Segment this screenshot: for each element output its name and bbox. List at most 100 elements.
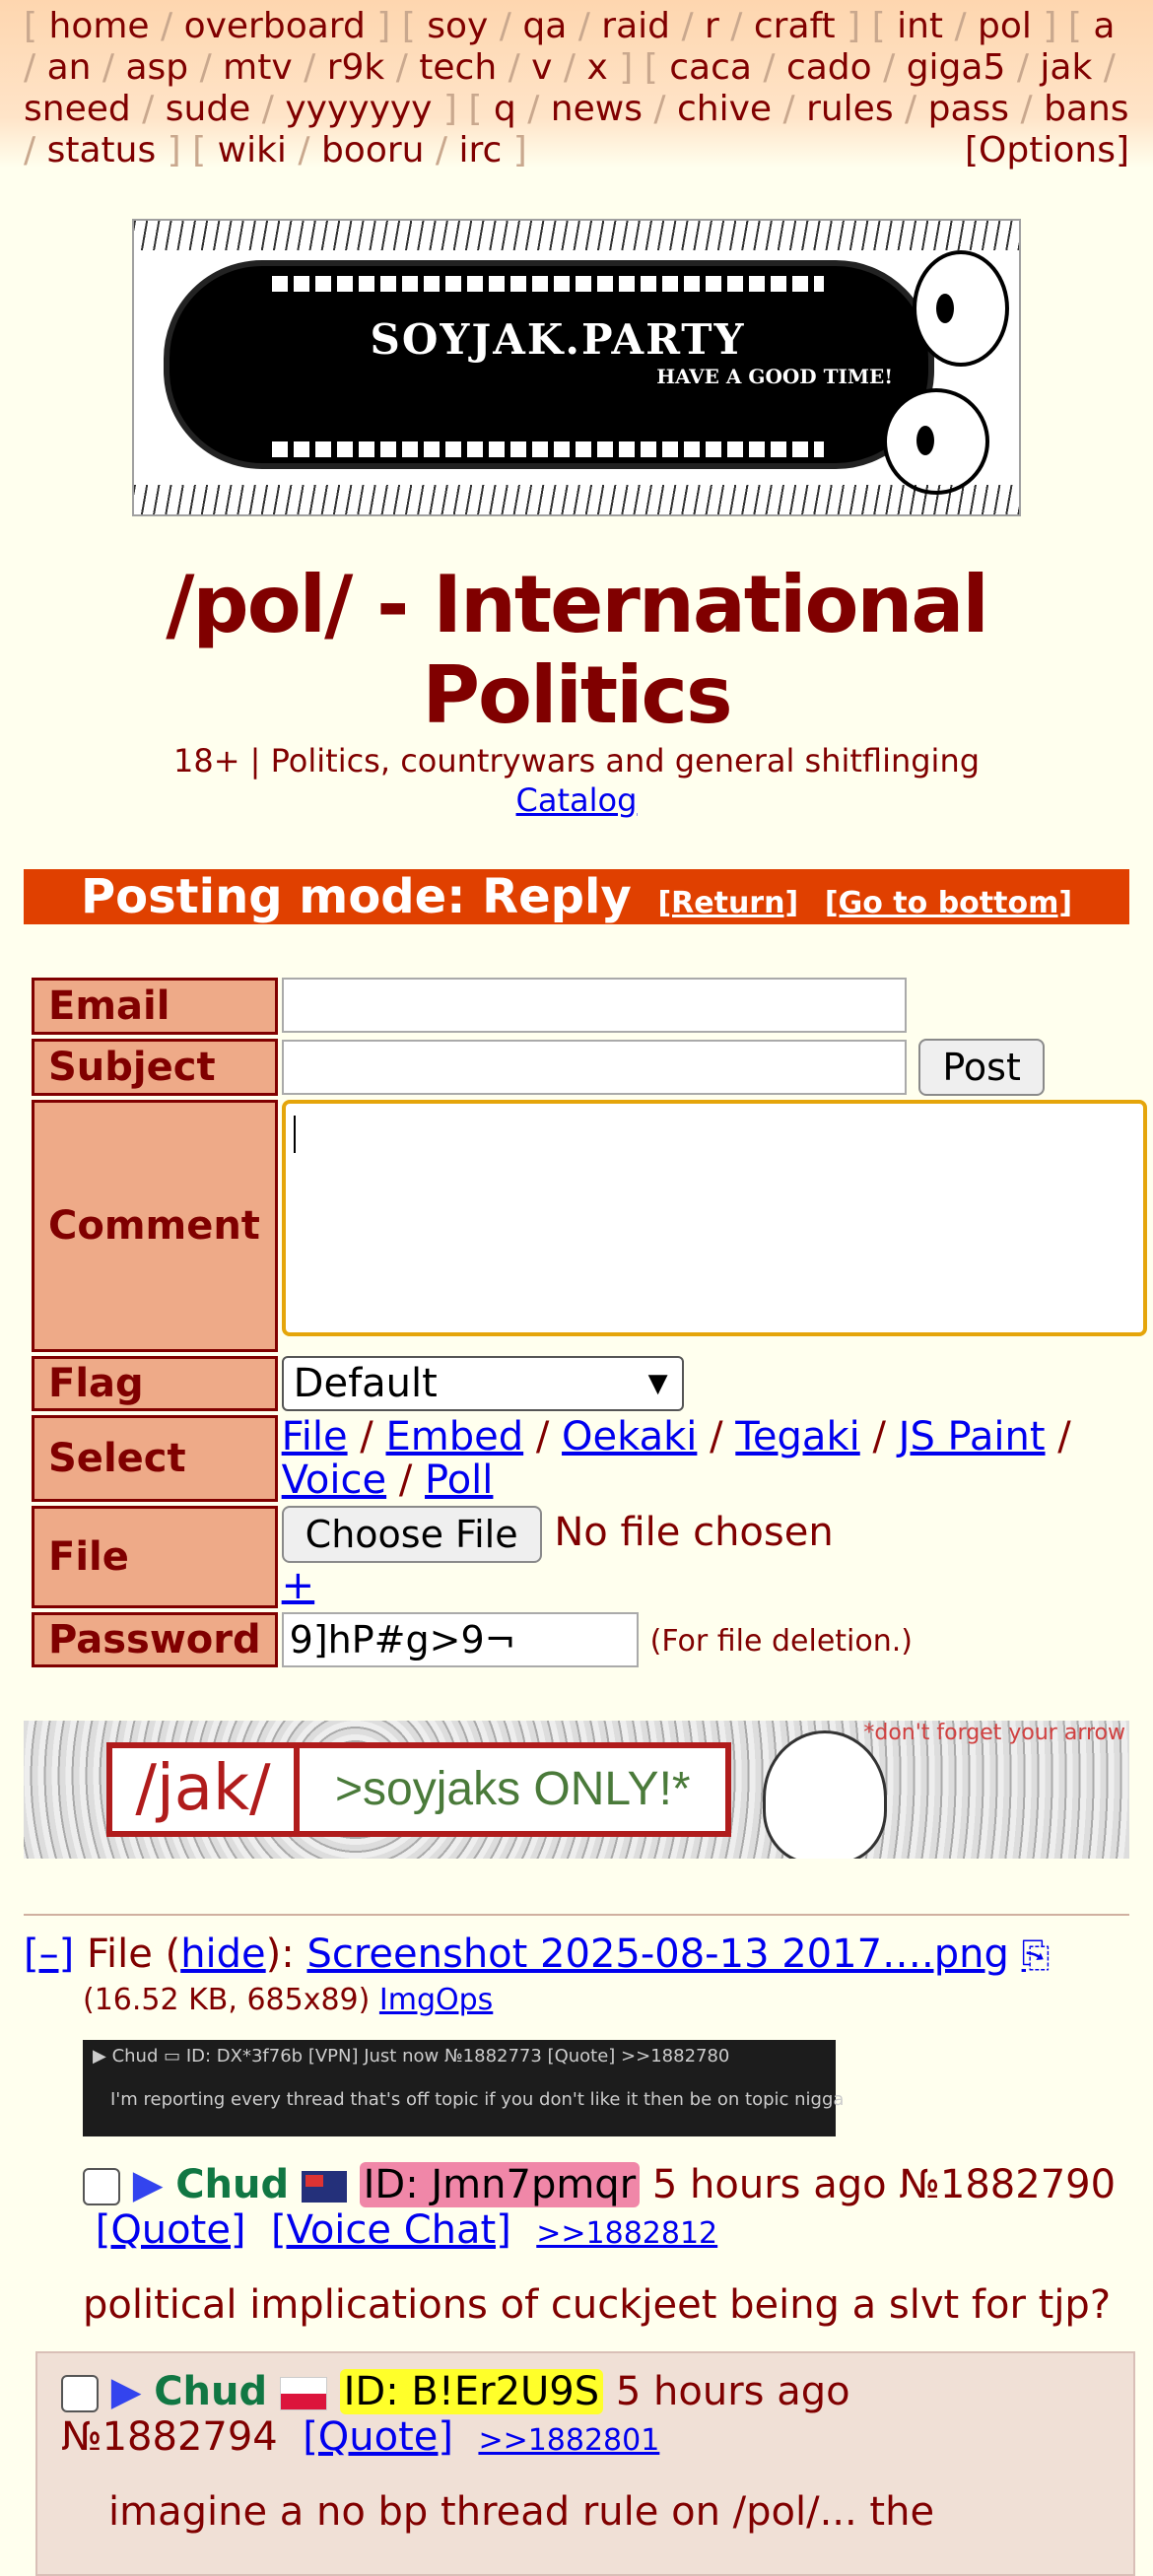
nav-chive[interactable]: chive (677, 89, 772, 129)
nav-bans[interactable]: bans (1044, 89, 1128, 129)
board-nav: [ home / overboard ] [ soy / qa / raid /… (0, 0, 1153, 171)
op-filename-link[interactable]: Screenshot 2025-08-13 2017….png (306, 1932, 1008, 1977)
add-file-link[interactable]: + (282, 1563, 315, 1608)
backlink[interactable]: >>1882801 (478, 2423, 659, 2458)
nav-rules[interactable]: rules (806, 89, 894, 129)
banner-title: SOYJAK.PARTY (370, 315, 746, 364)
select-embed-link[interactable]: Embed (386, 1414, 524, 1459)
go-to-bottom-link[interactable]: [Go to bottom] (825, 886, 1072, 920)
site-banner[interactable]: SOYJAK.PARTY HAVE A GOOD TIME! (132, 219, 1021, 516)
post-checkbox[interactable] (61, 2375, 99, 2412)
quote-link[interactable]: [Quote] (303, 2414, 453, 2460)
nav-qa[interactable]: qa (522, 6, 567, 46)
subject-field[interactable] (281, 1040, 907, 1095)
nav-raid[interactable]: raid (601, 6, 670, 46)
select-oekaki-link[interactable]: Oekaki (562, 1414, 697, 1459)
select-tegaki-link[interactable]: Tegaki (735, 1414, 859, 1459)
select-label: Select (32, 1415, 278, 1502)
board-title: /pol/ - International Politics (166, 559, 989, 741)
options-link[interactable]: [Options] (965, 130, 1129, 171)
nav-overboard[interactable]: overboard (184, 6, 366, 46)
nav-home[interactable]: home (49, 6, 150, 46)
jak-ad-banner[interactable]: *don't forget your arrow /jak/ >soyjaks … (24, 1721, 1129, 1859)
post-menu-arrow-icon[interactable]: ▶ (133, 2162, 164, 2207)
hide-file-link[interactable]: hide (180, 1932, 265, 1977)
nav-mtv[interactable]: mtv (223, 47, 293, 88)
op-file-meta: (16.52 KB, 685x89) (83, 1983, 371, 2017)
banner-teeth (272, 276, 824, 292)
nav-booru[interactable]: booru (321, 130, 425, 170)
nav-a[interactable]: a (1093, 6, 1115, 46)
email-field[interactable] (281, 978, 907, 1033)
nav-jak[interactable]: jak (1040, 47, 1092, 88)
return-link[interactable]: [Return] (657, 886, 798, 920)
nav-pol[interactable]: pol (978, 6, 1032, 46)
comment-textarea[interactable] (281, 1100, 1147, 1336)
select-file-link[interactable]: File (282, 1414, 348, 1459)
flag-select[interactable]: Default ▼ (281, 1356, 684, 1411)
nav-r[interactable]: r (705, 6, 719, 46)
nav-v[interactable]: v (531, 47, 552, 88)
poster-id[interactable]: ID: Jmn7pmqr (359, 2162, 641, 2207)
divider (24, 1914, 1129, 1916)
password-label: Password (32, 1612, 278, 1667)
select-poll-link[interactable]: Poll (425, 1457, 493, 1503)
subject-label: Subject (32, 1039, 278, 1096)
poster-name: Chud (175, 2162, 290, 2207)
nav-tech[interactable]: tech (419, 47, 497, 88)
post-menu-arrow-icon[interactable]: ▶ (111, 2369, 142, 2414)
ad-note: *don't forget your arrow (863, 1721, 1125, 1745)
post-button[interactable]: Post (918, 1039, 1045, 1096)
post-checkbox[interactable] (83, 2168, 120, 2205)
choose-file-button[interactable]: Choose File (281, 1506, 542, 1563)
catalog-link[interactable]: Catalog (516, 781, 638, 819)
nav-wiki[interactable]: wiki (218, 130, 287, 170)
nav-yyyyyyy[interactable]: yyyyyyy (285, 89, 432, 129)
post-number[interactable]: №1882794 (61, 2414, 278, 2460)
nav-an[interactable]: an (47, 47, 92, 88)
post-body: imagine a no bp thread rule on /pol/... … (108, 2489, 935, 2535)
no-file-text: No file chosen (554, 1510, 834, 1555)
nav-x[interactable]: x (586, 47, 607, 88)
nav-cado[interactable]: cado (786, 47, 872, 88)
ad-board-name: /jak/ (112, 1748, 300, 1831)
collapse-thread-toggle[interactable]: [–] (24, 1932, 74, 1977)
post-form: Email Subject Post Comment Flag Default ▼… (28, 974, 1151, 1671)
comment-label: Comment (32, 1100, 278, 1352)
password-field[interactable]: 9]hP#g>9¬ (281, 1612, 639, 1667)
nav-pass[interactable]: pass (928, 89, 1009, 129)
banner-eye (913, 250, 1009, 367)
backlink[interactable]: >>1882812 (536, 2216, 717, 2251)
reply-post: ▶ Chud ID: B!Er2U9S 5 hours ago №1882794… (35, 2351, 1135, 2576)
email-label: Email (32, 978, 278, 1035)
nav-status[interactable]: status (47, 130, 157, 170)
nav-sneed[interactable]: sneed (24, 89, 131, 129)
post-number[interactable]: №1882790 (899, 2162, 1116, 2207)
nav-sude[interactable]: sude (166, 89, 251, 129)
voice-chat-link[interactable]: [Voice Chat] (271, 2207, 511, 2253)
nav-asp[interactable]: asp (125, 47, 188, 88)
op-thumbnail[interactable]: ▶ Chud ▭ ID: DX*3f76b [VPN] Just now №18… (83, 2040, 844, 2136)
nav-q[interactable]: q (494, 89, 516, 129)
select-jspaint-link[interactable]: JS Paint (899, 1414, 1046, 1459)
banner-tagline: HAVE A GOOD TIME! (656, 365, 893, 388)
download-icon[interactable]: ⎘ (1022, 1935, 1051, 1976)
nav-int[interactable]: int (897, 6, 943, 46)
select-voice-link[interactable]: Voice (282, 1457, 386, 1503)
nav-caca[interactable]: caca (669, 47, 752, 88)
nav-craft[interactable]: craft (754, 6, 836, 46)
nav-soy[interactable]: soy (427, 6, 488, 46)
board-subtitle: 18+ | Politics, countrywars and general … (172, 742, 981, 780)
banner-scribble (134, 221, 1019, 250)
nav-giga5[interactable]: giga5 (907, 47, 1006, 88)
posting-mode-bar: Posting mode: Reply [Return] [Go to bott… (24, 869, 1129, 924)
posting-mode-label: Posting mode: Reply (80, 869, 632, 924)
imgops-link[interactable]: ImgOps (379, 1983, 493, 2017)
nav-irc[interactable]: irc (458, 130, 502, 170)
post-body: political implications of cuckjeet being… (83, 2282, 1112, 2328)
poster-id[interactable]: ID: B!Er2U9S (339, 2369, 604, 2414)
nav-r9k[interactable]: r9k (327, 47, 385, 88)
quote-link[interactable]: [Quote] (96, 2207, 246, 2253)
nav-news[interactable]: news (551, 89, 643, 129)
chevron-down-icon: ▼ (647, 1369, 668, 1398)
